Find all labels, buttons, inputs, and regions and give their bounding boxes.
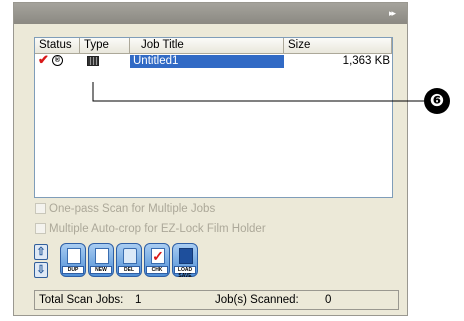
callout-badge: ❻	[424, 88, 450, 114]
callout-leader-line	[92, 82, 424, 102]
